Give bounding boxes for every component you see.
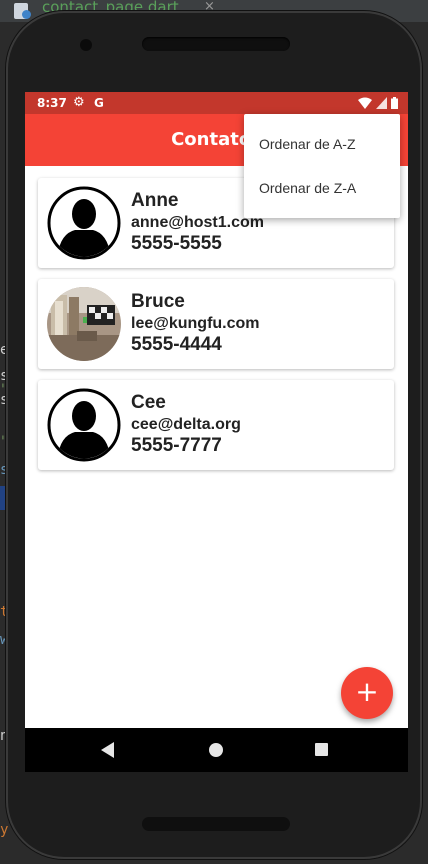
cell-signal-icon [376,97,387,109]
file-badge-icon [22,10,31,19]
menu-item-sort-az[interactable]: Ordenar de A-Z [244,122,400,166]
contact-name: Cee [131,392,166,413]
status-bar: 8:37 ⚙ G [25,92,408,114]
status-time: 8:37 [37,96,67,110]
contact-email: lee@kungfu.com [131,315,260,332]
person-silhouette-icon [47,388,121,462]
recent-apps-icon[interactable] [315,743,328,756]
battery-icon [391,97,398,109]
contact-card-bruce[interactable]: Bruce lee@kungfu.com 5555-4444 [38,279,394,369]
contact-phone: 5555-4444 [131,334,222,355]
status-icons [358,97,398,109]
google-notification-icon: G [94,96,104,110]
contact-name: Anne [131,190,179,211]
menu-item-sort-za[interactable]: Ordenar de Z-A [244,166,400,210]
contact-email: cee@delta.org [131,416,241,433]
person-silhouette-icon [47,186,121,260]
contact-card-cee[interactable]: Cee cee@delta.org 5555-7777 [38,380,394,470]
settings-notification-icon: ⚙ [73,95,85,110]
wifi-icon [358,97,372,109]
device-screen: 8:37 ⚙ G Contatos Anne anne@host1.com 55… [25,92,408,772]
contact-photo [47,287,121,361]
home-icon[interactable] [209,743,223,757]
add-contact-button[interactable]: + [341,667,393,719]
contact-phone: 5555-5555 [131,233,222,254]
sort-popup-menu: Ordenar de A-Z Ordenar de Z-A [244,114,400,218]
front-camera [80,39,92,51]
contact-phone: 5555-7777 [131,435,222,456]
ide-code-glyph: y [0,822,9,838]
navigation-bar [25,728,408,772]
bottom-speaker [142,817,290,831]
contact-name: Bruce [131,291,185,312]
top-speaker [142,37,290,51]
back-icon[interactable] [101,742,114,758]
